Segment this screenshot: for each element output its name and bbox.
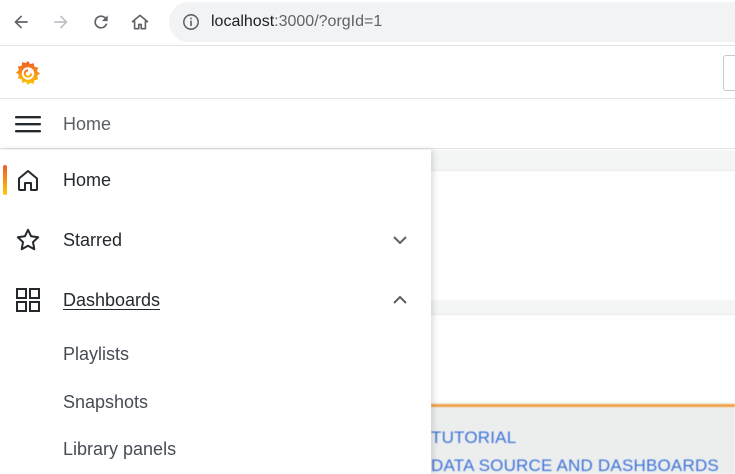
chevron-down-icon[interactable]: [390, 230, 410, 250]
active-indicator: [3, 165, 7, 195]
back-button[interactable]: [9, 10, 33, 34]
reload-button[interactable]: [89, 10, 113, 34]
breadcrumb-bar: Home: [0, 99, 735, 149]
tutorial-link[interactable]: TUTORIAL: [431, 428, 516, 448]
reload-icon: [94, 15, 108, 29]
menu-item-label: Home: [63, 169, 112, 190]
side-menu: Home Starred Dashboards Playlists Snapsh…: [0, 150, 431, 474]
browser-toolbar: localhost:3000/?orgId=1: [0, 0, 735, 46]
grafana-logo-icon[interactable]: [14, 59, 42, 87]
home-icon: [18, 170, 38, 191]
breadcrumb-home[interactable]: Home: [63, 114, 111, 135]
forward-button[interactable]: [49, 10, 73, 34]
menu-item-starred[interactable]: Starred: [0, 210, 431, 270]
address-bar[interactable]: localhost:3000/?orgId=1: [169, 2, 735, 42]
back-arrow-icon: [14, 15, 28, 29]
star-icon: [16, 228, 40, 251]
forward-arrow-icon: [54, 15, 68, 29]
dashboards-grid-icon: [16, 288, 40, 312]
menu-item-dashboards[interactable]: Dashboards: [0, 270, 431, 330]
dashboard-panel: [431, 314, 735, 402]
search-field-edge[interactable]: [723, 55, 735, 91]
datasource-dashboards-link[interactable]: DATA SOURCE AND DASHBOARDS: [431, 456, 719, 474]
menu-item-label: Starred: [63, 229, 123, 250]
main-content-background: TUTORIAL DATA SOURCE AND DASHBOARDS: [431, 150, 735, 474]
submenu-item-snapshots[interactable]: Snapshots: [63, 392, 148, 413]
app-topbar: [0, 47, 735, 99]
submenu-item-library-panels[interactable]: Library panels: [63, 439, 176, 460]
menu-item-label: Dashboards: [63, 289, 161, 310]
url-text: localhost:3000/?orgId=1: [211, 13, 382, 31]
chevron-up-icon[interactable]: [390, 290, 410, 310]
url-host: localhost: [211, 13, 275, 30]
dashboard-panel: [431, 170, 735, 300]
site-info-icon[interactable]: [181, 12, 201, 32]
home-browser-button[interactable]: [128, 10, 152, 34]
url-path: :3000/?orgId=1: [274, 13, 383, 30]
menu-item-home[interactable]: Home: [0, 150, 431, 210]
browser-home-icon: [131, 14, 149, 30]
submenu-item-playlists[interactable]: Playlists: [63, 344, 129, 365]
menu-toggle-icon[interactable]: [14, 112, 42, 136]
